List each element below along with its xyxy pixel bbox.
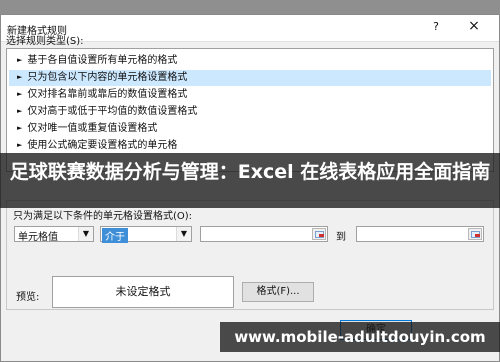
rule-type-item-label: 仅对排名靠前或靠后的数值设置格式	[27, 89, 188, 100]
operator-value: 介于	[102, 228, 128, 243]
rule-type-item-label: 基于各自值设置所有单元格的格式	[27, 55, 178, 66]
range-select-icon[interactable]	[468, 228, 482, 240]
arrow-right-icon: ►	[17, 124, 23, 132]
rule-type-item-selected[interactable]: ► 只为包含以下内容的单元格设置格式	[9, 70, 491, 86]
rule-type-item[interactable]: ► 仅对高于或低于平均值的数值设置格式	[9, 104, 491, 120]
chevron-down-icon[interactable]: ▼	[176, 227, 191, 241]
rule-type-label: 选择规则类型(S):	[6, 36, 84, 47]
rule-type-item-label: 使用公式确定要设置格式的单元格	[27, 140, 178, 151]
condition-type-select[interactable]: 单元格值 ▼	[14, 226, 94, 243]
watermark-banner: www.mobile-adultdouyin.com	[220, 322, 500, 352]
to-label: 到	[336, 232, 346, 243]
rule-type-item[interactable]: ► 仅对唯一值或重复值设置格式	[9, 121, 491, 137]
overlay-title: 足球联赛数据分析与管理：Excel 在线表格应用全面指南	[9, 161, 491, 183]
title-overlay-banner: 足球联赛数据分析与管理：Excel 在线表格应用全面指南	[0, 153, 500, 208]
arrow-right-icon: ►	[17, 141, 23, 149]
operator-select[interactable]: 介于 ▼	[100, 226, 192, 243]
help-button[interactable]: ?	[429, 20, 443, 33]
rule-type-item-label: 仅对高于或低于平均值的数值设置格式	[27, 106, 198, 117]
rule-type-item[interactable]: ► 仅对排名靠前或靠后的数值设置格式	[9, 87, 491, 103]
value1-input[interactable]	[200, 226, 328, 242]
value2-input[interactable]	[356, 226, 484, 242]
preview-box: 未设定格式	[52, 276, 234, 308]
arrow-right-icon: ►	[17, 56, 23, 64]
watermark-url: www.mobile-adultdouyin.com	[234, 328, 486, 346]
close-button[interactable]: ×	[467, 18, 481, 34]
rule-type-item-label: 只为包含以下内容的单元格设置格式	[27, 72, 188, 83]
rule-type-item[interactable]: ► 基于各自值设置所有单元格的格式	[9, 53, 491, 69]
format-button[interactable]: 格式(F)...	[242, 282, 314, 302]
rule-type-item[interactable]: ► 使用公式确定要设置格式的单元格	[9, 138, 491, 154]
rule-type-item-label: 仅对唯一值或重复值设置格式	[27, 123, 158, 134]
range-select-icon[interactable]	[312, 228, 326, 240]
arrow-right-icon: ►	[17, 90, 23, 98]
arrow-right-icon: ►	[17, 73, 23, 81]
chevron-down-icon[interactable]: ▼	[78, 227, 93, 241]
preview-label: 预览:	[16, 292, 40, 303]
condition-type-value: 单元格值	[18, 232, 58, 243]
arrow-right-icon: ►	[17, 107, 23, 115]
edit-rule-label: 只为满足以下条件的单元格设置格式(O):	[13, 211, 193, 222]
